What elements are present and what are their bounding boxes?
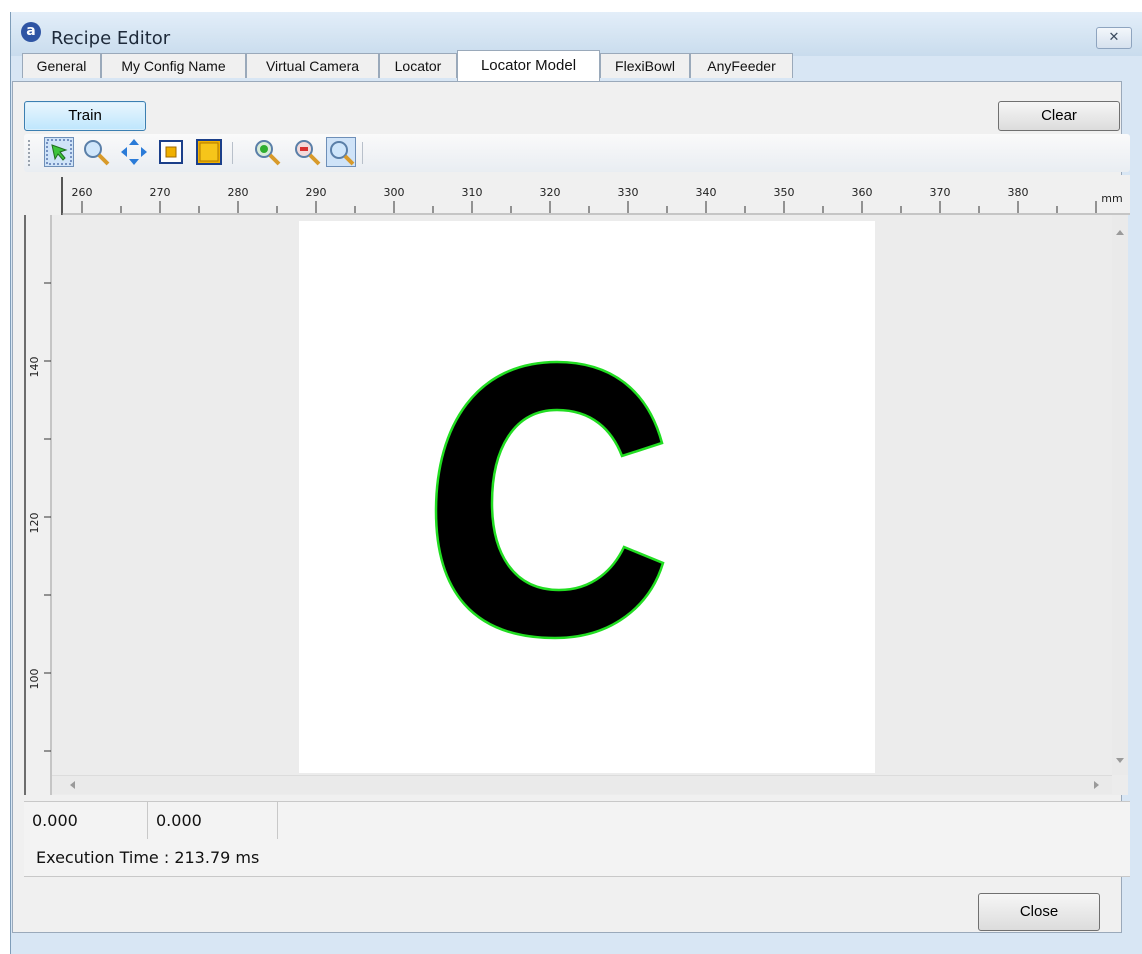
vertical-ruler: 140 120 100	[24, 215, 52, 795]
clear-button[interactable]: Clear	[998, 101, 1120, 131]
zoom-icon[interactable]	[81, 137, 111, 167]
scroll-down-icon	[1116, 758, 1124, 763]
window-title: Recipe Editor	[51, 28, 171, 49]
x-tick-label: 310	[462, 186, 483, 199]
ruler-unit-label: mm	[1101, 192, 1122, 205]
x-tick-label: 350	[774, 186, 795, 199]
tab-locator[interactable]: Locator	[379, 53, 457, 78]
scroll-left-icon	[70, 781, 75, 789]
region-large-icon[interactable]	[194, 137, 224, 167]
zoom-out-icon[interactable]	[292, 137, 322, 167]
x-tick-label: 370	[930, 186, 951, 199]
scroll-right-icon	[1094, 781, 1099, 789]
y-tick-label: 120	[28, 513, 41, 534]
x-coordinate-value: 0.000	[24, 802, 148, 839]
model-image-area	[299, 221, 875, 773]
pan-icon[interactable]	[119, 137, 149, 167]
x-tick-label: 380	[1008, 186, 1029, 199]
y-coordinate-value: 0.000	[148, 802, 278, 839]
toolbar-separator	[232, 142, 233, 164]
execution-time-label: Execution Time : 213.79 ms	[24, 839, 1130, 877]
x-tick-label: 270	[150, 186, 171, 199]
tab-anyfeeder[interactable]: AnyFeeder	[690, 53, 793, 78]
zoom-in-icon[interactable]	[252, 137, 282, 167]
close-button[interactable]: Close	[978, 893, 1100, 931]
horizontal-scrollbar[interactable]	[52, 775, 1112, 794]
app-logo-icon: a	[21, 22, 41, 42]
select-pointer-icon[interactable]	[44, 137, 74, 167]
window-close-icon[interactable]: ✕	[1096, 27, 1132, 49]
y-tick-label: 140	[28, 357, 41, 378]
tab-my-config-name[interactable]: My Config Name	[101, 53, 246, 78]
model-image-canvas[interactable]	[52, 215, 1128, 795]
region-small-icon[interactable]	[156, 137, 186, 167]
x-tick-label: 290	[306, 186, 327, 199]
toolbar-grip[interactable]	[28, 140, 32, 166]
x-tick-label: 300	[384, 186, 405, 199]
zoom-fit-icon[interactable]	[326, 137, 356, 167]
tab-flexibowl[interactable]: FlexiBowl	[600, 53, 690, 78]
scroll-up-icon	[1116, 230, 1124, 235]
toolbar-separator	[362, 142, 363, 164]
x-tick-label: 330	[618, 186, 639, 199]
tab-virtual-camera[interactable]: Virtual Camera	[246, 53, 379, 78]
x-tick-label: 360	[852, 186, 873, 199]
x-tick-label: 280	[228, 186, 249, 199]
image-toolbar	[24, 134, 1130, 172]
x-tick-label: 340	[696, 186, 717, 199]
tab-general[interactable]: General	[22, 53, 101, 78]
train-button[interactable]: Train	[24, 101, 146, 131]
x-tick-label: 320	[540, 186, 561, 199]
tab-locator-model[interactable]: Locator Model	[457, 50, 600, 81]
y-tick-label: 100	[28, 669, 41, 690]
x-tick-label: 260	[72, 186, 93, 199]
coordinate-status-bar: 0.000 0.000	[24, 801, 1130, 840]
vertical-scrollbar[interactable]	[1112, 215, 1128, 775]
horizontal-ruler: 260 270 280 290 300 310 320 330 340 350 …	[24, 175, 1130, 215]
